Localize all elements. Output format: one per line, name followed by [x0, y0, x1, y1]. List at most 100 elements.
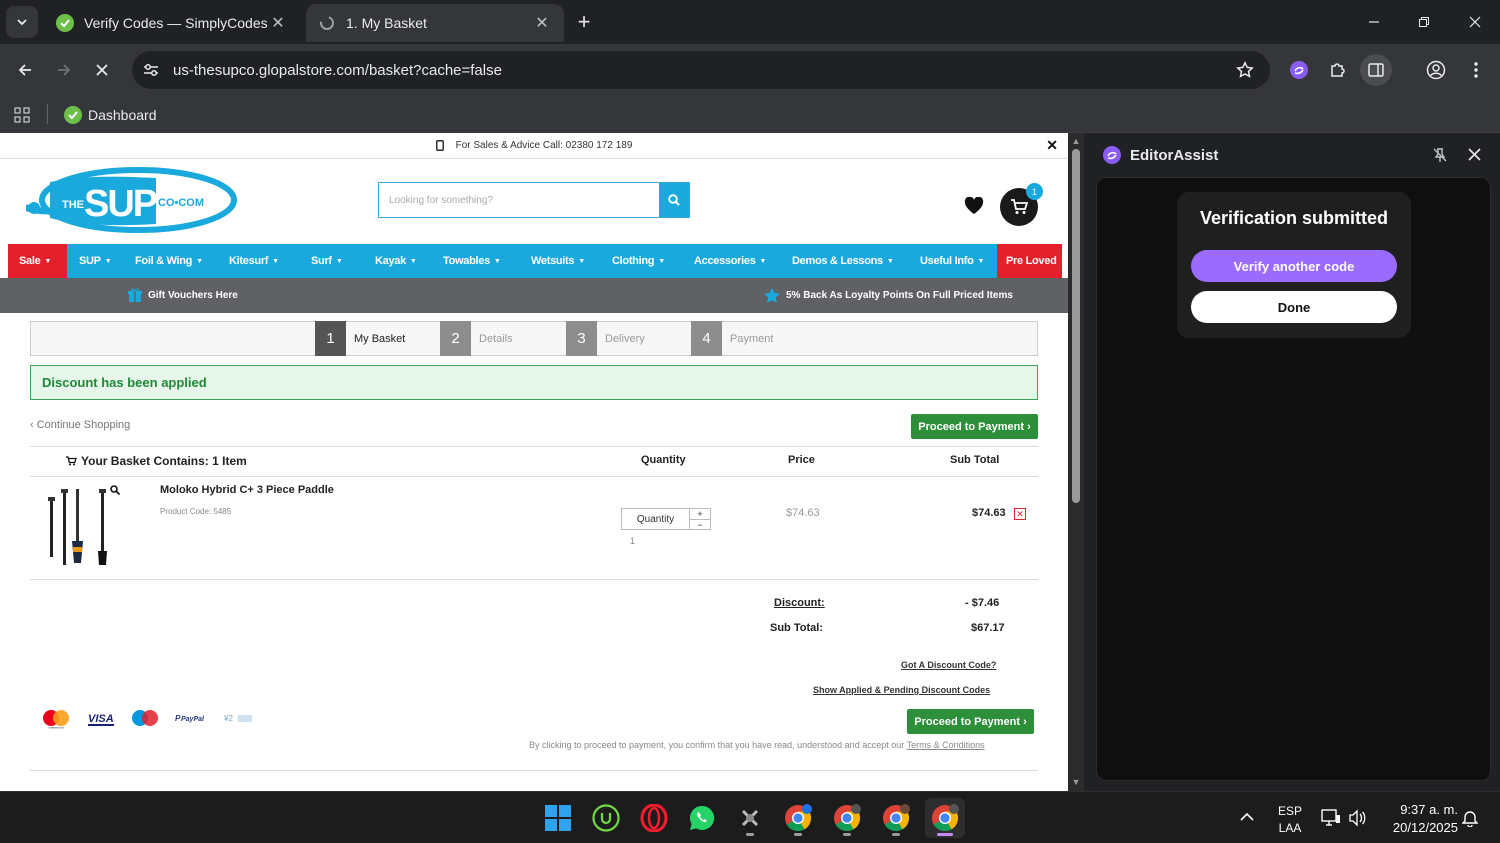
paypal-icon: P PayPal	[175, 714, 205, 723]
bookmarks-bar: Dashboard	[0, 96, 1500, 133]
step-my-basket[interactable]: 1 My Basket	[315, 321, 405, 356]
search-input[interactable]: Looking for something?	[379, 183, 659, 217]
star-bookmark-icon[interactable]	[1236, 61, 1254, 79]
loyalty-points-link[interactable]: 5% Back As Loyalty Points On Full Priced…	[764, 288, 1013, 303]
quantity-value: 1	[630, 536, 636, 546]
language-code: ESP	[1278, 804, 1303, 818]
product-code: Product Code: 5485	[160, 507, 232, 516]
got-discount-code-link[interactable]: Got A Discount Code?	[901, 660, 996, 670]
nav-item-clothing[interactable]: Clothing ▼	[604, 244, 686, 278]
nav-item-towables[interactable]: Towables ▼	[435, 244, 523, 278]
tab-verify-codes[interactable]: Verify Codes — SimplyCodes ✕	[44, 4, 300, 42]
step-payment[interactable]: 4 Payment	[691, 321, 773, 356]
taskbar-app-chrome-4[interactable]	[925, 798, 965, 838]
zoom-magnifier-icon[interactable]	[110, 485, 120, 495]
nav-item-sale[interactable]: Sale ▼	[8, 244, 67, 278]
product-name-link[interactable]: Moloko Hybrid C+ 3 Piece Paddle	[160, 484, 334, 496]
verify-another-code-button[interactable]: Verify another code	[1191, 250, 1397, 282]
product-image-paddle[interactable]	[44, 485, 116, 571]
minimize-button[interactable]	[1350, 6, 1398, 38]
nav-item-wetsuits[interactable]: Wetsuits ▼	[523, 244, 604, 278]
wishlist-heart-icon[interactable]	[964, 197, 984, 215]
taskbar-app-upwork[interactable]	[586, 798, 626, 838]
nav-item-foil-wing[interactable]: Foil & Wing ▼	[123, 244, 217, 278]
taskbar-app-chrome-2[interactable]	[827, 798, 867, 838]
step-details[interactable]: 2 Details	[440, 321, 513, 356]
step-delivery[interactable]: 3 Delivery	[566, 321, 645, 356]
nav-item-kitesurf[interactable]: Kitesurf ▼	[217, 244, 303, 278]
scrollbar-thumb[interactable]	[1072, 149, 1080, 503]
cart-button[interactable]: 1	[1000, 183, 1043, 226]
scroll-down-arrow-icon[interactable]: ▼	[1071, 777, 1081, 787]
input-language-indicator[interactable]: ESP LAA	[1278, 803, 1302, 837]
nav-label: Wetsuits	[531, 255, 575, 267]
done-button[interactable]: Done	[1191, 291, 1397, 323]
quantity-label: Quantity	[636, 513, 675, 525]
page-scrollbar[interactable]: ▲ ▼	[1068, 133, 1084, 791]
network-icon[interactable]	[1321, 809, 1341, 827]
terms-link[interactable]: Terms & Conditions	[907, 740, 985, 750]
extensions-button[interactable]	[1322, 54, 1354, 86]
address-bar[interactable]: us-thesupco.glopalstore.com/basket?cache…	[132, 51, 1270, 89]
new-tab-button[interactable]: +	[570, 8, 598, 36]
svg-text:THE: THE	[62, 199, 84, 211]
nav-item-accessories[interactable]: Accessories ▼	[686, 244, 784, 278]
gift-vouchers-link[interactable]: Gift Vouchers Here	[128, 288, 238, 302]
nav-label: Sale	[19, 255, 41, 267]
nav-item-useful-info[interactable]: Useful Info ▼	[912, 244, 997, 278]
scroll-up-arrow-icon[interactable]: ▲	[1071, 136, 1081, 146]
nav-item-sup[interactable]: SUP ▼	[67, 244, 123, 278]
side-panel-button[interactable]	[1360, 54, 1392, 86]
discount-label[interactable]: Discount:	[774, 597, 825, 609]
close-contact-bar-icon[interactable]: ✕	[1046, 137, 1058, 154]
arrow-right-icon	[58, 64, 71, 76]
apps-button[interactable]	[14, 101, 30, 129]
remove-item-icon[interactable]: ✕	[1014, 508, 1026, 520]
profile-button[interactable]	[1420, 54, 1452, 86]
proceed-to-payment-button-top[interactable]: Proceed to Payment ›	[911, 414, 1038, 439]
column-header-price: Price	[788, 454, 815, 466]
close-icon[interactable]	[1468, 148, 1481, 161]
chevron-up-icon[interactable]	[1240, 812, 1254, 822]
start-button[interactable]	[538, 798, 578, 838]
close-icon	[1469, 16, 1481, 28]
editorassist-extension-button[interactable]	[1283, 54, 1315, 86]
volume-icon[interactable]	[1348, 809, 1368, 827]
tab-search-button[interactable]	[6, 6, 38, 38]
taskbar-app-chrome-1[interactable]	[778, 798, 818, 838]
continue-shopping-link[interactable]: ‹ Continue Shopping	[30, 419, 130, 431]
forward-button[interactable]	[48, 54, 80, 86]
side-panel-title: EditorAssist	[1130, 146, 1219, 164]
taskbar-app-whatsapp[interactable]	[682, 798, 722, 838]
notification-bell-icon[interactable]	[1462, 809, 1478, 827]
back-button[interactable]	[9, 54, 41, 86]
site-settings-icon[interactable]	[142, 61, 160, 79]
url-text[interactable]: us-thesupco.glopalstore.com/basket?cache…	[173, 62, 502, 79]
tab-my-basket[interactable]: 1. My Basket ✕	[306, 4, 564, 42]
taskbar-app-tool[interactable]	[730, 798, 770, 838]
phone-icon	[435, 140, 444, 151]
tab-close-icon[interactable]: ✕	[268, 13, 288, 33]
unpin-icon[interactable]	[1432, 147, 1448, 163]
windows-taskbar: ESP LAA 9:37 a. m. 20/12/2025	[0, 791, 1500, 843]
search-button[interactable]	[659, 183, 689, 217]
tab-close-icon[interactable]: ✕	[532, 13, 552, 33]
clock[interactable]: 9:37 a. m. 20/12/2025	[1380, 801, 1458, 837]
taskbar-app-chrome-3[interactable]	[876, 798, 916, 838]
restore-button[interactable]	[1400, 6, 1448, 38]
quantity-decrease-button[interactable]: −	[690, 519, 710, 530]
nav-item-pre-loved[interactable]: Pre Loved	[997, 244, 1062, 278]
taskbar-app-opera[interactable]	[634, 798, 674, 838]
show-discount-codes-link[interactable]: Show Applied & Pending Discount Codes	[813, 685, 990, 695]
nav-item-surf[interactable]: Surf ▼	[303, 244, 367, 278]
nav-item-kayak[interactable]: Kayak ▼	[367, 244, 435, 278]
browser-menu-button[interactable]	[1460, 54, 1492, 86]
site-logo[interactable]: THE SUP CO•COM	[26, 166, 238, 238]
quantity-increase-button[interactable]: +	[690, 509, 710, 519]
promo-bar: Gift Vouchers Here 5% Back As Loyalty Po…	[0, 278, 1068, 313]
nav-item-demos-lessons[interactable]: Demos & Lessons ▼	[784, 244, 912, 278]
stop-loading-button[interactable]	[86, 54, 118, 86]
bookmark-dashboard[interactable]: Dashboard	[64, 101, 157, 129]
close-window-button[interactable]	[1451, 6, 1499, 38]
proceed-to-payment-button-bottom[interactable]: Proceed to Payment ›	[907, 709, 1034, 734]
